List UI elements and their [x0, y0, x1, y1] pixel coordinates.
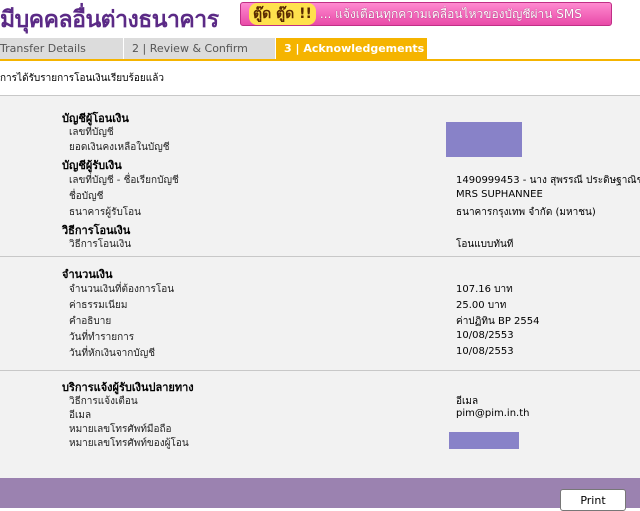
to-bank-label: ธนาคารผู้รับโอน: [69, 207, 142, 218]
method-label: วิธีการโอนเงิน: [69, 239, 132, 250]
row-amount-heading: จำนวนเงิน: [0, 265, 640, 281]
to-bank-value: ธนาคารกรุงเทพ จำกัด (มหาชน): [456, 207, 596, 218]
row-to-account-name: ชื่อบัญชี MRS SUPHANNEE: [0, 189, 640, 204]
to-account-heading: บัญชีผู้รับเงิน: [62, 159, 122, 172]
notify-method-label: วิธีการแจ้งเตือน: [69, 396, 138, 407]
method-value: โอนแบบทันที: [456, 239, 514, 250]
row-description: คำอธิบาย ค่าปฏิทิน BP 2554: [0, 314, 640, 329]
acknowledgement-message: การได้รับรายการโอนเงินเรียบร้อยแล้ว: [0, 73, 164, 84]
to-account-no-label: เลขที่บัญชี - ชื่อเรียกบัญชี: [69, 175, 179, 186]
sms-promo-banner[interactable]: ตู๊ด ตู๊ด !! ... แจ้งเตือนทุกความเคลื่อน…: [240, 2, 612, 26]
from-account-no-label: เลขที่บัญชี: [69, 127, 114, 138]
row-from-heading: บัญชีผู้โอนเงิน: [0, 109, 640, 125]
fee-label: ค่าธรรมเนียม: [69, 300, 128, 311]
notify-method-value: อีเมล: [456, 396, 479, 407]
fee-value: 25.00 บาท: [456, 300, 507, 311]
transaction-date-label: วันที่ทำรายการ: [69, 332, 135, 343]
tab-transfer-details[interactable]: Transfer Details: [0, 38, 124, 59]
description-value: ค่าปฏิทิน BP 2554: [456, 316, 540, 327]
row-transaction-date: วันที่ทำรายการ 10/08/2553: [0, 330, 640, 345]
footer-bar: [0, 478, 640, 508]
debit-date-label: วันที่หักเงินจากบัญชี: [69, 348, 156, 359]
notify-mobile-label: หมายเลขโทรศัพท์มือถือ: [69, 424, 172, 435]
amount-label: จำนวนเงินที่ต้องการโอน: [69, 284, 175, 295]
row-notify-email: อีเมล pim@pim.in.th: [0, 408, 640, 423]
row-notify-mobile: หมายเลขโทรศัพท์มือถือ: [0, 422, 640, 437]
row-notify-heading: บริการแจ้งผู้รับเงินปลายทาง: [0, 378, 640, 394]
header-bar: มีบุคคลอื่นต่างธนาคาร ตู๊ด ตู๊ด !! ... แ…: [0, 0, 640, 38]
sms-banner-text: ... แจ้งเตือนทุกความเคลื่อนไหวของบัญชีผ่…: [319, 6, 582, 21]
row-from-account-no: เลขที่บัญชี: [0, 125, 640, 140]
amount-value: 107.16 บาท: [456, 284, 513, 295]
masked-from-account-block: [446, 122, 522, 157]
description-label: คำอธิบาย: [69, 316, 112, 327]
row-fee: ค่าธรรมเนียม 25.00 บาท: [0, 298, 640, 313]
row-from-balance: ยอดเงินคงเหลือในบัญชี: [0, 140, 640, 155]
sender-phone-label: หมายเลขโทรศัพท์ของผู้โอน: [69, 438, 189, 449]
tab-review-confirm[interactable]: 2 | Review & Confirm: [124, 38, 276, 59]
amount-heading: จำนวนเงิน: [62, 268, 113, 281]
row-sender-phone: หมายเลขโทรศัพท์ของผู้โอน: [0, 436, 640, 451]
row-amount: จำนวนเงินที่ต้องการโอน 107.16 บาท: [0, 282, 640, 297]
to-account-name-value: MRS SUPHANNEE: [456, 189, 543, 200]
row-to-account-no: เลขที่บัญชี - ชื่อเรียกบัญชี 1490999453 …: [0, 173, 640, 188]
row-method: วิธีการโอนเงิน โอนแบบทันที: [0, 237, 640, 252]
notify-email-value: pim@pim.in.th: [456, 408, 530, 419]
from-balance-label: ยอดเงินคงเหลือในบัญชี: [69, 142, 170, 153]
section-notification: บริการแจ้งผู้รับเงินปลายทาง วิธีการแจ้งเ…: [0, 370, 640, 479]
to-account-no-value: 1490999453 - นาง สุพรรณี ประดิษฐาณิช: [456, 175, 640, 186]
tab-acknowledgements[interactable]: 3 | Acknowledgements: [276, 38, 428, 59]
to-account-name-label: ชื่อบัญชี: [69, 191, 104, 202]
row-method-heading: วิธีการโอนเงิน: [0, 221, 640, 237]
page-title: มีบุคคลอื่นต่างธนาคาร: [0, 7, 219, 33]
notify-email-label: อีเมล: [69, 410, 92, 421]
transaction-date-value: 10/08/2553: [456, 330, 514, 341]
section-accounts: บัญชีผู้โอนเงิน เลขที่บัญชี ยอดเงินคงเหล…: [0, 95, 640, 256]
section-amount: จำนวนเงิน จำนวนเงินที่ต้องการโอน 107.16 …: [0, 256, 640, 370]
row-to-bank: ธนาคารผู้รับโอน ธนาคารกรุงเทพ จำกัด (มหา…: [0, 205, 640, 220]
tabs-underline: [0, 59, 640, 61]
row-notify-method: วิธีการแจ้งเตือน อีเมล: [0, 394, 640, 409]
debit-date-value: 10/08/2553: [456, 346, 514, 357]
masked-phone-block: [449, 432, 519, 449]
sms-banner-tag: ตู๊ด ตู๊ด !!: [249, 3, 316, 25]
row-debit-date: วันที่หักเงินจากบัญชี 10/08/2553: [0, 346, 640, 361]
step-tabs: Transfer Details 2 | Review & Confirm 3 …: [0, 38, 640, 59]
row-to-heading: บัญชีผู้รับเงิน: [0, 156, 640, 172]
